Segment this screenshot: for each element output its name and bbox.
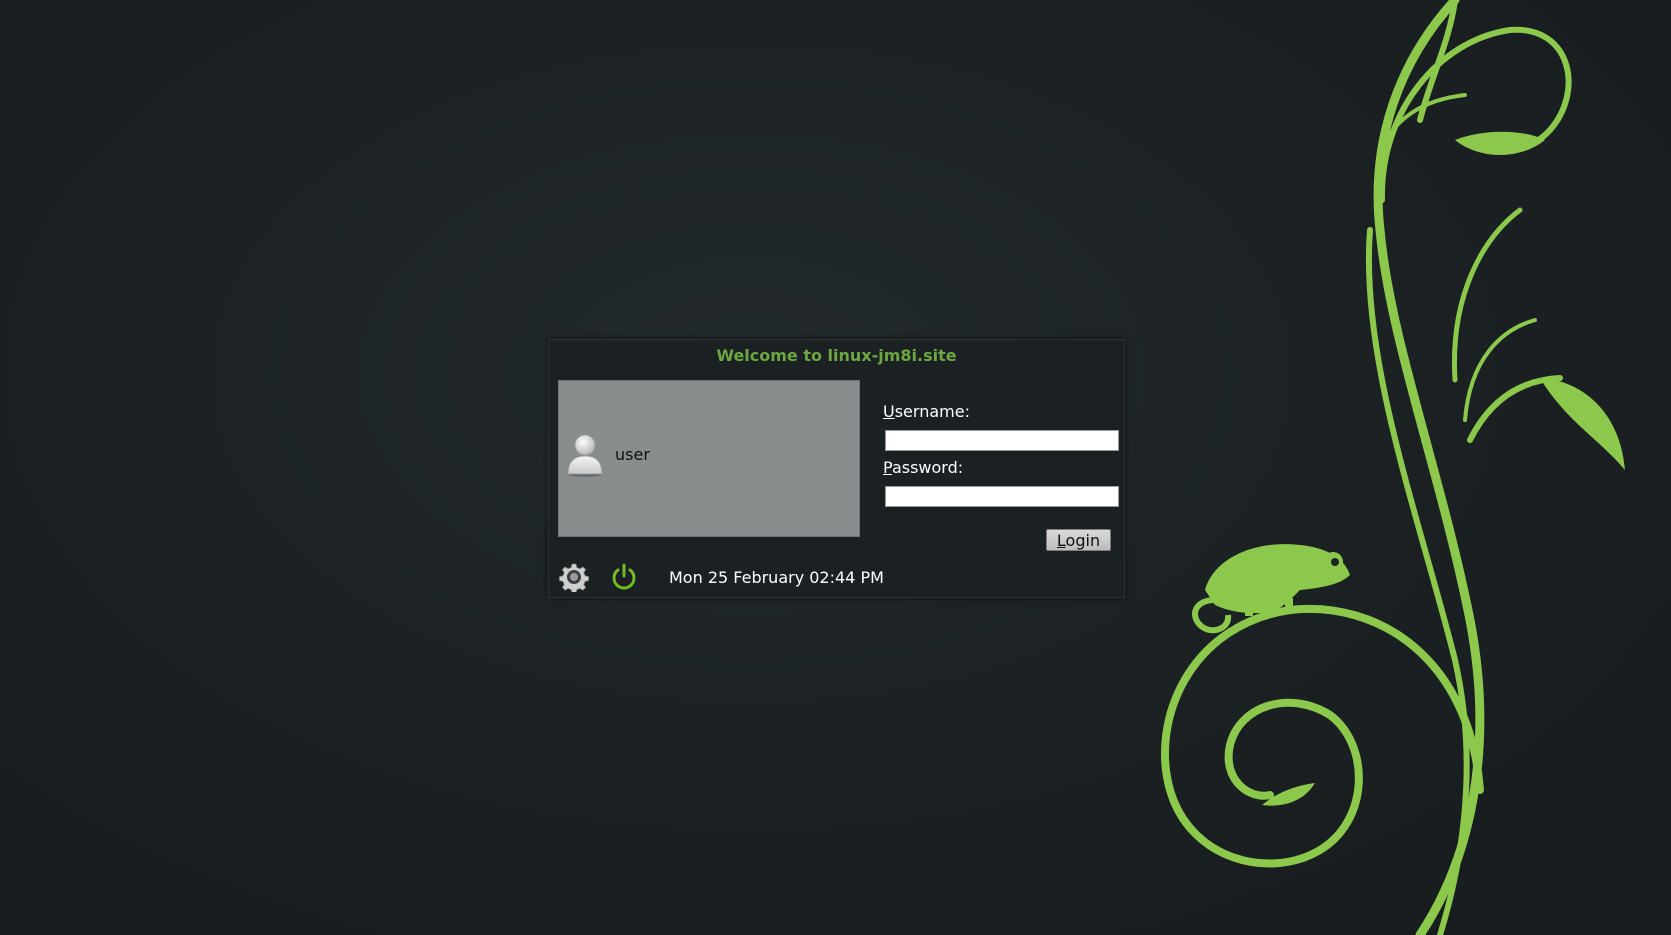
login-button-mnemonic: L [1056, 530, 1066, 550]
user-name-label: user [615, 444, 650, 464]
username-label: Username: [883, 402, 970, 421]
user-list[interactable]: user [558, 380, 860, 537]
dialog-title: Welcome to linux-jm8i.site [716, 346, 957, 365]
username-label-text: sername: [894, 402, 970, 421]
username-label-mnemonic: U [883, 402, 895, 421]
login-dialog: Welcome to linux-jm8i.site user Username… [548, 339, 1125, 598]
bottom-bar: Mon 25 February 02:44 PM [559, 562, 1114, 594]
password-label: Password: [883, 458, 963, 477]
login-button-text: ogin [1065, 530, 1101, 550]
password-label-mnemonic: P [883, 458, 892, 477]
login-screen: Welcome to linux-jm8i.site user Username… [0, 0, 1671, 935]
password-label-text: assword: [891, 458, 964, 477]
user-list-item[interactable]: user [565, 431, 845, 477]
password-input[interactable] [885, 486, 1119, 507]
power-icon[interactable] [609, 562, 639, 592]
clock-label: Mon 25 February 02:44 PM [669, 568, 884, 587]
login-button[interactable]: Login [1046, 529, 1111, 551]
username-input[interactable] [885, 430, 1119, 451]
gear-icon[interactable] [559, 562, 589, 594]
user-avatar-icon [567, 434, 603, 477]
